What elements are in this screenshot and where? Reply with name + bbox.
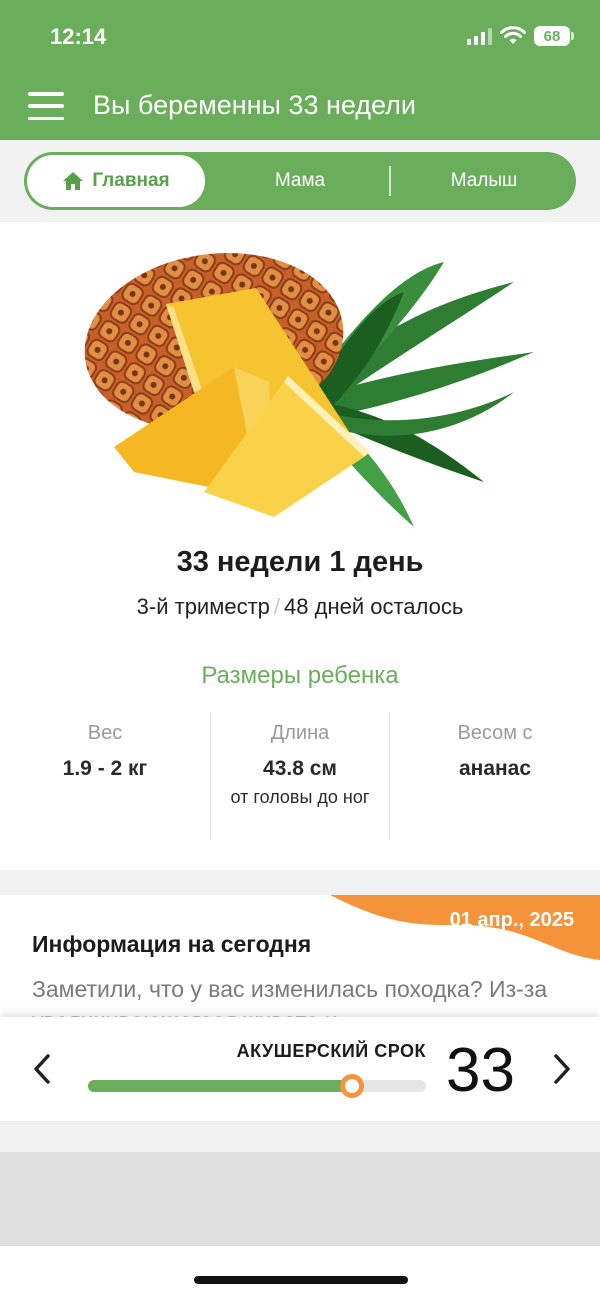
tab-mom-label: Мама [274, 170, 326, 191]
length-stat: Длина 43.8 см от головы до ног [210, 712, 390, 840]
compare-label: Весом с [457, 722, 533, 744]
tabbar-area: Главная Мама Малыш [0, 140, 600, 222]
signal-icon [467, 27, 492, 45]
battery-icon: 68 [534, 26, 574, 46]
length-note: от головы до ног [230, 787, 370, 807]
compare-stat: Весом с ананас [390, 712, 600, 840]
term-slider-handle[interactable] [339, 1074, 364, 1098]
info-date: 01 апр., 2025 [449, 909, 574, 931]
pineapple-image [84, 252, 534, 527]
info-text: Заметили, что у вас изменилась походка? … [32, 976, 548, 1020]
home-indicator [194, 1276, 408, 1284]
chevron-right-icon[interactable] [546, 1051, 576, 1087]
days-left-text: 48 дней осталось [284, 594, 464, 619]
term-slider-fill [88, 1080, 352, 1092]
home-icon [63, 172, 84, 190]
tab-home[interactable]: Главная [27, 155, 205, 207]
separator: / [273, 594, 281, 619]
trimester-text: 3-й триместр [136, 594, 270, 619]
bottom-safe-area [0, 1246, 600, 1297]
tab-divider [389, 166, 391, 196]
length-value: 43.8 см [263, 757, 337, 780]
tab-baby[interactable]: Малыш [404, 152, 564, 210]
chevron-left-icon[interactable] [28, 1051, 58, 1087]
compare-value: ананас [458, 757, 532, 780]
week-title: 33 недели 1 день [176, 546, 424, 578]
info-title: Информация на сегодня [32, 931, 312, 957]
tab-baby-label: Малыш [450, 170, 518, 191]
segmented-tabs: Главная Мама Малыш [24, 152, 576, 210]
app-header: 12:14 68 Вы беременны 33 недели [0, 0, 600, 140]
term-label: АКУШЕРСКИЙ СРОК [236, 1041, 426, 1061]
week-subtitle: 3-й триместр/48 дней осталось [0, 594, 600, 620]
page-title: Вы беременны 33 недели [93, 90, 417, 120]
daily-info-card[interactable]: 01 апр., 2025 Информация на сегодня Заме… [0, 895, 600, 1020]
tab-home-label: Главная [92, 170, 170, 191]
term-slider[interactable] [88, 1074, 426, 1098]
term-selector: АКУШЕРСКИЙ СРОК 33 [0, 1017, 600, 1121]
weight-label: Вес [87, 722, 123, 744]
status-icons: 68 [467, 26, 574, 46]
status-time: 12:14 [50, 24, 107, 49]
wifi-icon [500, 26, 526, 44]
pregnancy-card: 33 недели 1 день 3-й триместр/48 дней ос… [0, 222, 600, 870]
term-week-number: 33 [446, 1036, 515, 1105]
menu-button[interactable] [28, 92, 64, 120]
length-label: Длина [270, 722, 330, 744]
tab-mom[interactable]: Мама [220, 152, 380, 210]
baby-sizes-title: Размеры ребенка [201, 662, 399, 689]
weight-value: 1.9 - 2 кг [62, 757, 148, 780]
ad-placeholder [0, 1152, 600, 1246]
weight-stat: Вес 1.9 - 2 кг [0, 712, 210, 840]
